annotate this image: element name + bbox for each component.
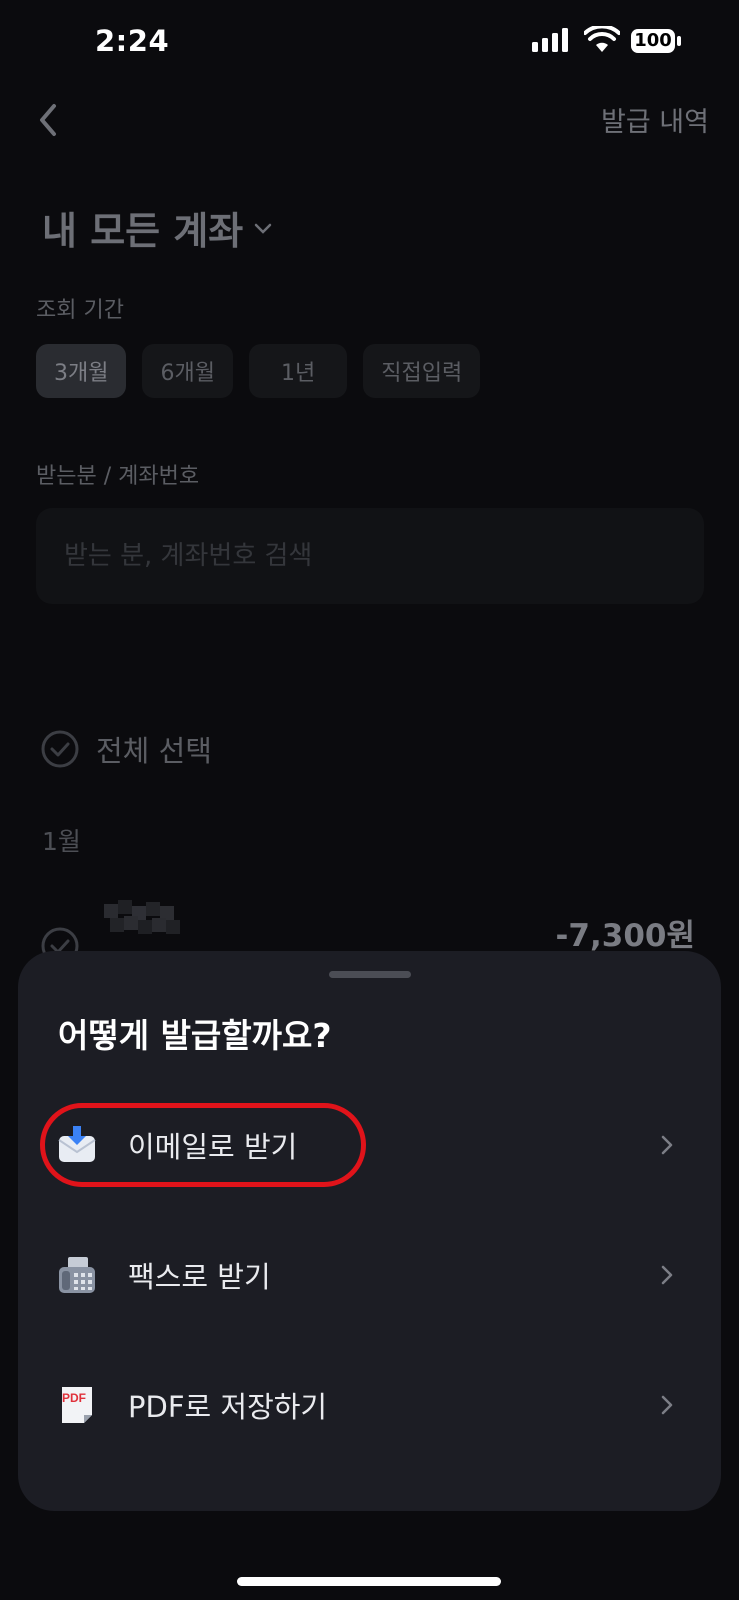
status-time: 2:24 [95,24,170,58]
period-chip-1y[interactable]: 1년 [248,344,348,398]
issue-history-button[interactable]: 발급 내역 [601,100,709,139]
wifi-icon [584,26,620,52]
period-chip-custom[interactable]: 직접입력 [363,344,481,398]
pdf-icon-label: PDF [62,1391,86,1405]
recipient-search-input[interactable] [64,541,704,571]
home-indicator[interactable] [237,1577,501,1586]
chevron-left-icon [40,104,56,136]
chevron-right-icon [661,1265,673,1285]
option-fax[interactable]: 팩스로 받기 [18,1221,721,1329]
select-all-label: 전체 선택 [96,734,212,768]
cellular-signal-icon [532,28,568,52]
account-title: 내 모든 계좌 [42,209,244,253]
recipient-search-box[interactable] [36,508,704,604]
pdf-icon: PDF [56,1384,98,1426]
account-selector[interactable]: 내 모든 계좌 [42,200,273,255]
select-all-toggle[interactable]: 전체 선택 [40,728,212,770]
sheet-handle[interactable] [329,971,411,978]
recipient-label: 받는분 / 계좌번호 [36,464,200,489]
back-button[interactable] [30,96,70,144]
battery-icon: 100 [630,28,682,54]
issue-method-sheet: 어떻게 발급할까요? 이메일로 받기 팩스로 받기 PDF PDF로 저장하기 [18,951,721,1511]
chevron-down-icon [255,223,272,234]
chevron-right-icon [661,1135,673,1155]
email-icon [58,1126,96,1162]
period-chip-6m[interactable]: 6개월 [142,344,233,398]
period-label: 조회 기간 [36,298,124,323]
chevron-right-icon [661,1395,673,1415]
option-email[interactable]: 이메일로 받기 [18,1091,721,1199]
transaction-amount: -7,300원 [555,918,695,954]
period-chips: 3개월 6개월 1년 직접입력 [36,344,481,398]
check-circle-icon [41,730,79,768]
battery-level: 100 [634,30,672,51]
sheet-title: 어떻게 발급할까요? [58,1016,332,1055]
month-header: 1월 [42,827,81,856]
transaction-name-blurred [104,900,180,934]
option-pdf[interactable]: PDF PDF로 저장하기 [18,1351,721,1459]
option-email-label: 이메일로 받기 [128,1130,298,1164]
option-fax-label: 팩스로 받기 [128,1260,271,1294]
option-pdf-label: PDF로 저장하기 [128,1390,328,1424]
period-chip-3m[interactable]: 3개월 [36,344,127,398]
fax-icon [59,1257,95,1293]
